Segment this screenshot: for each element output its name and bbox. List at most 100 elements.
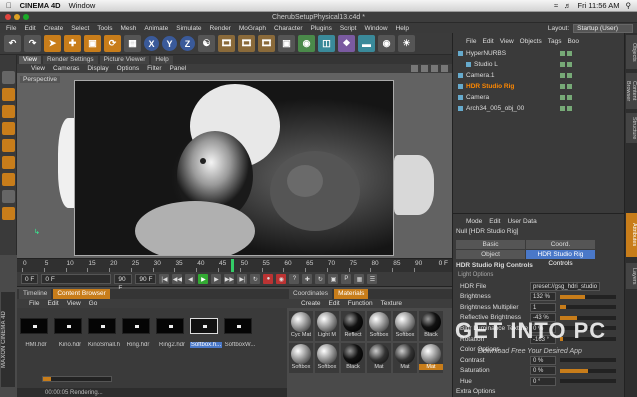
material-swatch[interactable]: Black xyxy=(419,311,443,341)
object-visibility-toggles[interactable] xyxy=(560,72,624,78)
cb-menu-file[interactable]: File xyxy=(29,300,39,307)
nurbs-icon[interactable]: ◉ xyxy=(298,35,315,52)
menu-character[interactable]: Character xyxy=(274,25,303,32)
hdr-label[interactable]: KinoSmall.hdr xyxy=(88,342,120,348)
make-editable-icon[interactable] xyxy=(1,71,15,84)
preview-start-field[interactable]: 0 F xyxy=(41,274,112,284)
position-key-icon[interactable]: ✚ xyxy=(302,274,313,284)
mat-menu-texture[interactable]: Texture xyxy=(381,300,402,307)
floor-icon[interactable]: ▬ xyxy=(358,35,375,52)
material-swatch[interactable]: Softbox xyxy=(367,311,391,341)
editor-visibility-icon[interactable] xyxy=(560,94,565,100)
timeline-ticks[interactable]: 0 5 10 15 20 25 30 35 40 45 50 55 60 65 70 75 80 85 90 xyxy=(17,259,435,273)
next-key-icon[interactable]: ▶▶ xyxy=(224,274,235,284)
goto-start-icon[interactable]: |◀ xyxy=(159,274,170,284)
keyframe-selection-icon[interactable]: ? xyxy=(289,274,300,284)
editor-visibility-icon[interactable] xyxy=(560,72,565,78)
material-swatch[interactable]: Softbox xyxy=(393,311,417,341)
menu-file[interactable]: File xyxy=(6,25,16,32)
object-row[interactable]: Arch34_005_obj_00 xyxy=(454,103,624,113)
object-visibility-toggles[interactable] xyxy=(560,83,624,89)
move-tool-icon[interactable]: ✚ xyxy=(64,35,81,52)
play-icon[interactable]: ▶ xyxy=(198,274,209,284)
om-menu-edit[interactable]: Edit xyxy=(482,38,493,45)
attr-menu-mode[interactable]: Mode xyxy=(466,218,482,225)
vp-menu-display[interactable]: Display xyxy=(87,65,108,72)
object-row[interactable]: Camera.1 xyxy=(454,70,624,80)
material-swatch[interactable]: Mat xyxy=(367,343,391,373)
zoom-window-button[interactable] xyxy=(23,14,29,20)
redo-icon[interactable]: ↷ xyxy=(24,35,41,52)
app-menu[interactable]: CINEMA 4D xyxy=(20,1,61,10)
object-row[interactable]: Studio L xyxy=(454,59,624,69)
menu-help[interactable]: Help xyxy=(396,25,409,32)
render-visibility-icon[interactable] xyxy=(567,105,572,111)
hdr-thumbnail[interactable] xyxy=(54,318,82,334)
object-visibility-toggles[interactable] xyxy=(560,94,624,100)
material-swatch[interactable]: Softbox xyxy=(289,343,313,373)
light-icon[interactable]: ☀ xyxy=(398,35,415,52)
vp-menu-filter[interactable]: Filter xyxy=(147,65,161,72)
mat-menu-function[interactable]: Function xyxy=(348,300,373,307)
start-frame-field[interactable]: 0 F xyxy=(21,274,39,284)
undo-icon[interactable]: ↶ xyxy=(4,35,21,52)
spotlight-icon[interactable]: ⚲ xyxy=(626,1,632,10)
hdr-label[interactable]: SoftboxW... xyxy=(224,342,256,348)
menu-create[interactable]: Create xyxy=(44,25,64,32)
menu-plugins[interactable]: Plugins xyxy=(311,25,332,32)
mat-menu-create[interactable]: Create xyxy=(301,300,321,307)
menu-window[interactable]: Window xyxy=(364,25,387,32)
editor-visibility-icon[interactable] xyxy=(560,83,565,89)
cb-menu-edit[interactable]: Edit xyxy=(47,300,58,307)
menu-render[interactable]: Render xyxy=(210,25,231,32)
recent-tools-icon[interactable]: ▦ xyxy=(124,35,141,52)
side-tab[interactable]: Structure xyxy=(626,113,637,143)
render-visibility-icon[interactable] xyxy=(567,94,572,100)
preview-end-field[interactable]: 90 F xyxy=(114,274,133,292)
property-value-field[interactable]: preset://gsg_hdri_studio xyxy=(530,281,600,291)
layout-select[interactable]: Startup (User) xyxy=(573,23,633,33)
hdr-thumbnail[interactable] xyxy=(190,318,218,334)
next-frame-icon[interactable]: ▶ xyxy=(211,274,222,284)
side-tab[interactable]: Objects xyxy=(626,35,637,69)
menu-edit[interactable]: Edit xyxy=(24,25,35,32)
property-value-field[interactable]: 132 % xyxy=(530,292,556,302)
polygons-mode-icon[interactable] xyxy=(1,173,15,186)
pla-key-icon[interactable]: ▦ xyxy=(354,274,365,284)
end-frame-field[interactable]: 90 F xyxy=(135,274,157,284)
tab-render-settings[interactable]: Render Settings xyxy=(42,56,98,64)
rig-controls-tab[interactable]: HDR Studio Rig Controls xyxy=(526,250,595,267)
property-value-field[interactable]: 1 xyxy=(530,302,556,312)
render-visibility-icon[interactable] xyxy=(567,61,572,67)
record-icon[interactable]: ● xyxy=(263,274,274,284)
cb-menu-go[interactable]: Go xyxy=(89,300,98,307)
menu-mesh[interactable]: Mesh xyxy=(120,25,136,32)
snap-icon[interactable] xyxy=(1,207,15,220)
material-swatch[interactable]: Softbox xyxy=(315,343,339,373)
points-mode-icon[interactable] xyxy=(1,139,15,152)
z-axis-button[interactable]: Z xyxy=(180,36,195,51)
texture-mode-icon[interactable] xyxy=(1,105,15,118)
rotate-tool-icon[interactable]: ⟳ xyxy=(104,35,121,52)
side-tab[interactable]: Layers xyxy=(626,263,637,289)
deformer-icon[interactable]: ❖ xyxy=(338,35,355,52)
coordinate-system-icon[interactable]: ☯ xyxy=(198,35,215,52)
material-swatch[interactable]: Reflect xyxy=(341,311,365,341)
tab-picture-viewer[interactable]: Picture Viewer xyxy=(99,56,150,64)
object-visibility-toggles[interactable] xyxy=(560,105,624,111)
timeline-ruler[interactable]: 0 5 10 15 20 25 30 35 40 45 50 55 60 65 70 75 80 85 90 0 F xyxy=(17,258,452,273)
editor-visibility-icon[interactable] xyxy=(560,50,565,56)
menu-mograph[interactable]: MoGraph xyxy=(239,25,266,32)
material-swatch[interactable]: Cyc Mat xyxy=(289,311,313,341)
tab-materials[interactable]: Materials xyxy=(334,289,369,299)
apple-icon[interactable]:  xyxy=(6,1,12,10)
property-slider[interactable] xyxy=(560,368,616,373)
attr-menu-user-data[interactable]: User Data xyxy=(507,218,536,225)
param-key-icon[interactable]: P xyxy=(341,274,352,284)
material-swatch[interactable]: Light M xyxy=(315,311,339,341)
vp-menu-panel[interactable]: Panel xyxy=(170,65,187,72)
maximize-icon[interactable] xyxy=(441,65,448,72)
hdr-thumbnail[interactable] xyxy=(224,318,252,334)
render-visibility-icon[interactable] xyxy=(567,50,572,56)
menu-tools[interactable]: Tools xyxy=(97,25,112,32)
